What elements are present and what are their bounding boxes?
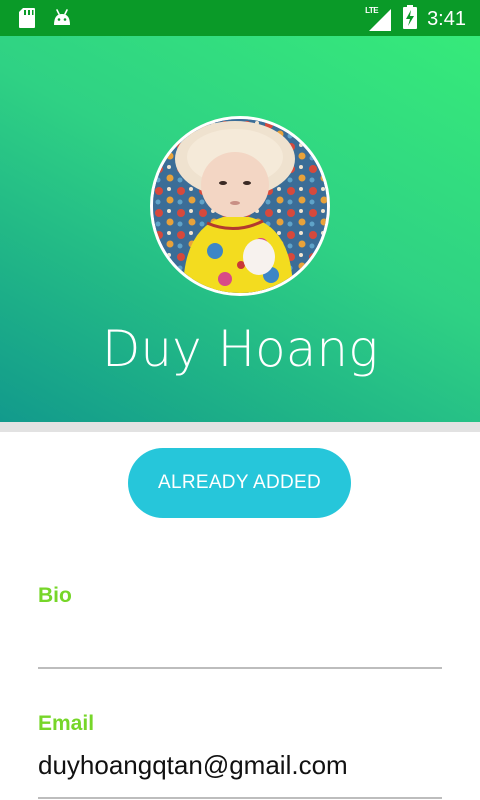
sd-card-icon xyxy=(18,7,36,34)
battery-charging-icon xyxy=(403,5,418,34)
header-divider xyxy=(0,422,480,432)
email-field[interactable]: duyhoangqtan@gmail.com xyxy=(38,750,348,781)
bio-label: Bio xyxy=(38,584,72,607)
avatar[interactable] xyxy=(150,116,330,296)
status-bar: LTE 3:41 xyxy=(0,0,480,36)
bio-underline xyxy=(38,667,442,669)
signal-icon: LTE xyxy=(365,6,393,33)
profile-screen: LTE 3:41 Duy Hoang ALREADY ADDED Bio Ema… xyxy=(0,0,480,800)
already-added-button[interactable]: ALREADY ADDED xyxy=(128,448,351,518)
profile-name: Duy Hoang xyxy=(101,320,379,378)
email-underline xyxy=(38,797,442,799)
profile-header: Duy Hoang xyxy=(0,36,480,422)
clock: 3:41 xyxy=(427,8,466,30)
email-label: Email xyxy=(38,712,95,735)
android-icon xyxy=(52,8,72,33)
